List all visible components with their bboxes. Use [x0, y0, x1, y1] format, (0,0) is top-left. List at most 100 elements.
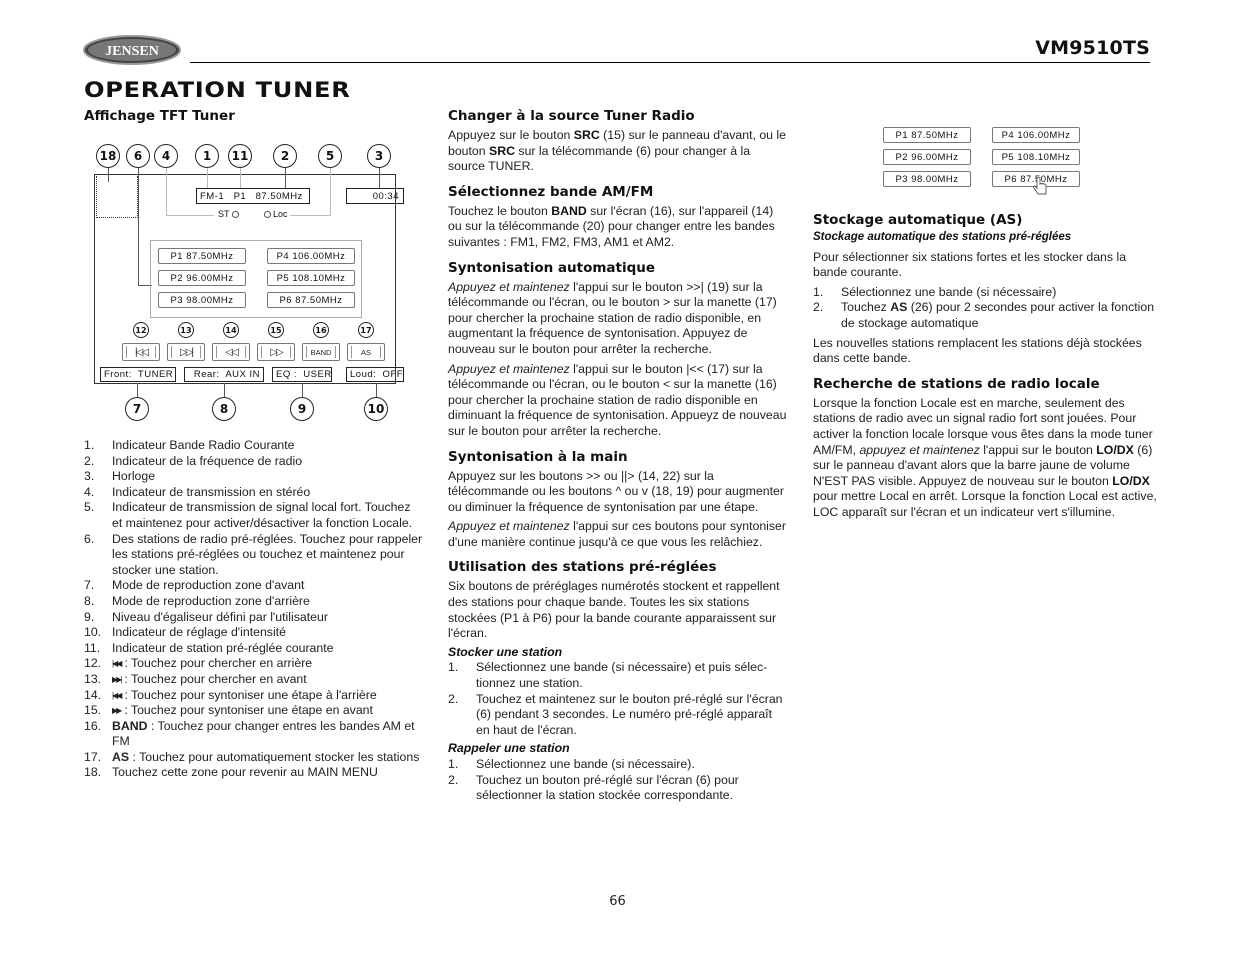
as-button[interactable]: AS: [347, 343, 385, 361]
band-paragraph: Touchez le bouton BAND sur l'écran (16),…: [448, 203, 775, 249]
legend-number: 10.: [84, 625, 102, 640]
preset-button-p5[interactable]: P5 108.10MHz: [267, 270, 355, 286]
callout-12: 12: [133, 322, 149, 338]
callout-13: 13: [178, 322, 194, 338]
leader-line: [285, 168, 286, 188]
clock-display: 00:34: [346, 188, 404, 204]
band-button[interactable]: BAND: [302, 343, 340, 361]
list-item: 1. Sélectionnez une bande (si nécessaire)…: [448, 660, 768, 691]
list-item: 2. Touchez AS (26) pour 2 secondes pour a…: [813, 300, 1155, 330]
callout-14: 14: [223, 322, 239, 338]
auto-store-steps: 1. Sélectionnez une bande (si nécessaire)…: [813, 285, 1158, 332]
list-item: 2. Touchez et maintenez sur le bouton pré…: [448, 691, 783, 737]
preset-button-p3[interactable]: P3 98.00MHz: [883, 171, 971, 187]
svg-text:JENSEN: JENSEN: [105, 44, 159, 59]
preset-button-p2[interactable]: P2 96.00MHz: [883, 149, 971, 165]
transport-icon: ▶▶: [112, 706, 122, 716]
preset-button-p3[interactable]: P3 98.00MHz: [158, 292, 246, 308]
legend-item: 4. Indicateur de transmission en stéréo: [84, 485, 424, 501]
diagram-legend: 1. Indicateur Bande Radio Courante 2. Indic…: [84, 438, 424, 781]
legend-text: Indicateur de réglage d'intensité: [112, 625, 286, 640]
preset-button-p4[interactable]: P4 106.00MHz: [267, 248, 355, 264]
section-heading-band: Sélectionnez bande AM/FM: [448, 183, 654, 200]
legend-number: 14.: [84, 687, 102, 702]
section-heading-auto-tuning: Syntonisation automatique: [448, 259, 656, 276]
list-item: 1. Sélectionnez une bande (si nécessaire)…: [448, 757, 695, 771]
step-back-icon: ◁◁: [225, 346, 238, 358]
column-2: Changer à la source Tuner Radio Appuyez …: [448, 108, 788, 804]
section-heading-source: Changer à la source Tuner Radio: [448, 108, 695, 124]
legend-text: Indicateur de transmission en stéréo: [112, 484, 311, 499]
band-frequency-display: FM-1 P1 87.50MHz: [196, 188, 310, 204]
legend-text: Indicateur Bande Radio Courante: [112, 438, 295, 452]
local-led-icon: [264, 210, 271, 218]
callout-7: 7: [125, 397, 149, 421]
source-paragraph: Appuyez sur le bouton SRC (15) sur le pa…: [448, 128, 787, 174]
auto-store-subheading: Stockage automatique des stations pré-ré…: [813, 231, 1072, 243]
header-rule: [190, 62, 1150, 63]
section-heading-manual-tuning: Syntonisation à la main: [448, 448, 628, 465]
callout-9: 9: [290, 397, 314, 421]
preset-button-p6[interactable]: P6 87.50MHz: [267, 292, 355, 308]
legend-item: 16. BAND : Touchez pour changer entres le…: [84, 719, 424, 750]
local-indicator[interactable]: Loc: [264, 209, 288, 219]
callout-10: 10: [364, 397, 388, 421]
local-label: Loc: [273, 209, 288, 219]
preset-touch-illustration: P1 87.50MHz P2 96.00MHz P3 98.00MHz P4 1…: [883, 127, 1083, 195]
transport-icon: ▶▶|: [112, 674, 122, 684]
legend-number: 2.: [84, 453, 95, 468]
leader-line: [224, 383, 225, 397]
stereo-led-icon: [231, 210, 239, 218]
leader-line: [207, 168, 208, 188]
jensen-logo: JENSEN: [83, 35, 181, 65]
transport-icon: |◀◀: [112, 690, 122, 700]
legend-number: 9.: [84, 609, 95, 624]
main-menu-zone[interactable]: [96, 176, 138, 218]
auto-store-paragraph-1: Pour sélectionner six stations fortes et…: [813, 249, 1127, 280]
page-number: 66: [609, 894, 626, 909]
callout-17: 17: [358, 322, 374, 338]
leader-line: [330, 168, 331, 216]
leader-line: [166, 215, 214, 216]
legend-text: Indicateur de la fréquence de radio: [112, 453, 303, 468]
legend-text: Niveau d'égaliseur défini par l'utilisat…: [112, 609, 328, 624]
legend-item: 13. ▶▶|: Touchez pour chercher en avant: [84, 672, 424, 688]
leader-line: [137, 383, 138, 397]
legend-item: 10. Indicateur de réglage d'intensité: [84, 625, 424, 641]
recall-station-steps: 1. Sélectionnez une bande (si nécessaire)…: [448, 757, 788, 804]
legend-item: 6. Des stations de radio pré-réglées. Tou…: [84, 532, 424, 579]
page-title: OPERATION TUNER: [84, 78, 351, 102]
legend-number: 12.: [84, 656, 102, 671]
step-forward-button[interactable]: ▷▷: [257, 343, 295, 361]
preset-button-p1[interactable]: P1 87.50MHz: [158, 248, 246, 264]
leader-line: [166, 168, 167, 216]
legend-item: 5. Indicateur de transmission de signal l…: [84, 500, 424, 531]
preset-button-p1[interactable]: P1 87.50MHz: [883, 127, 971, 143]
preset-button-p2[interactable]: P2 96.00MHz: [158, 270, 246, 286]
legend-text: Mode de reproduction zone d'avant: [112, 578, 305, 593]
legend-number: 4.: [84, 484, 95, 499]
legend-text: Indicateur de station pré-réglée courant…: [112, 640, 334, 655]
stereo-label: ST: [218, 209, 230, 219]
legend-item: 3. Horloge: [84, 469, 424, 485]
section-heading-presets: Utilisation des stations pré-réglées: [448, 559, 717, 576]
leader-line: [108, 168, 109, 182]
model-name: VM9510TS: [1035, 37, 1150, 59]
auto-store-paragraph-2: Les nouvelles stations remplacent les st…: [813, 335, 1142, 366]
callout-3: 3: [367, 144, 391, 168]
legend-number: 1.: [84, 438, 95, 452]
front-zone-status: Front: TUNER: [100, 367, 176, 382]
eq-status: EQ : USER: [272, 367, 332, 382]
seek-forward-button[interactable]: ▷▷|: [167, 343, 205, 361]
step-back-button[interactable]: ◁◁: [212, 343, 250, 361]
legend-item: 18. Touchez cette zone pour revenir au MA…: [84, 765, 424, 781]
store-station-steps: 1. Sélectionnez une bande (si nécessaire)…: [448, 660, 788, 738]
legend-item: 9. Niveau d'égaliseur défini par l'utilis…: [84, 610, 424, 626]
preset-button-p4[interactable]: P4 106.00MHz: [992, 127, 1080, 143]
legend-number: 15.: [84, 703, 102, 718]
legend-number: 17.: [84, 749, 102, 764]
callout-2: 2: [273, 144, 297, 168]
callout-11: 11: [228, 144, 252, 168]
preset-button-p5[interactable]: P5 108.10MHz: [992, 149, 1080, 165]
seek-back-button[interactable]: |◁◁: [122, 343, 160, 361]
